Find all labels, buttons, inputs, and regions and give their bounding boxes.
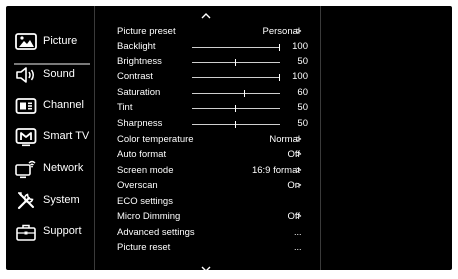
sidebar-item-label: Sound — [43, 68, 75, 80]
chevron-right-icon: > — [296, 180, 302, 191]
sidebar-item-picture[interactable]: Picture — [6, 27, 94, 65]
support-icon — [14, 220, 38, 244]
setting-row-auto-format[interactable]: Auto format Off > — [94, 147, 320, 162]
speaker-icon — [14, 63, 38, 87]
setting-number: 100 — [292, 71, 308, 82]
chevron-right-icon: > — [296, 26, 302, 37]
sidebar-item-sound[interactable]: Sound — [6, 60, 94, 90]
sidebar-item-label: Channel — [43, 99, 84, 111]
chevron-right-icon: > — [296, 149, 302, 160]
more-indicator: ... — [294, 242, 302, 252]
setting-label: Screen mode — [117, 165, 174, 176]
tv-screen: Picture Sound Channel Smart TV Network S… — [6, 6, 452, 272]
setting-number: 50 — [297, 118, 308, 129]
sidebar-item-system[interactable]: System — [6, 186, 94, 216]
setting-row-contrast[interactable]: Contrast 100 — [94, 69, 320, 84]
sidebar-item-label: Smart TV — [43, 130, 90, 142]
backlight-slider[interactable] — [192, 44, 280, 51]
setting-label: Contrast — [117, 71, 153, 82]
setting-label: Tint — [117, 102, 133, 113]
setting-row-picture-preset[interactable]: Picture preset Personal > — [94, 24, 320, 39]
sidebar-item-label: System — [43, 194, 80, 206]
sidebar-item-network[interactable]: Network — [6, 154, 94, 184]
smart-tv-icon — [14, 125, 38, 149]
chevron-down-icon[interactable] — [199, 261, 213, 272]
setting-row-color-temperature[interactable]: Color temperature Normal > — [94, 132, 320, 147]
setting-label: Overscan — [117, 180, 158, 191]
setting-label: Auto format — [117, 149, 167, 160]
setting-row-backlight[interactable]: Backlight 100 — [94, 39, 320, 54]
chevron-right-icon: > — [296, 165, 302, 176]
setting-label: Picture preset — [117, 26, 176, 37]
slider-knob[interactable] — [235, 105, 236, 112]
setting-row-saturation[interactable]: Saturation 60 — [94, 85, 320, 100]
setting-value: 16:9 format — [251, 165, 300, 176]
tint-slider[interactable] — [192, 105, 280, 112]
sharpness-slider[interactable] — [192, 121, 280, 128]
setting-row-micro-dimming[interactable]: Micro Dimming Off > — [94, 209, 320, 224]
setting-row-brightness[interactable]: Brightness 50 — [94, 54, 320, 69]
setting-label: Micro Dimming — [117, 211, 181, 222]
tools-icon — [14, 189, 38, 213]
brightness-slider[interactable] — [192, 59, 280, 66]
picture-settings-list: Picture preset Personal > Backlight 100 … — [94, 6, 320, 272]
setting-label: Saturation — [117, 87, 161, 98]
slider-knob[interactable] — [235, 59, 236, 66]
chevron-right-icon: > — [296, 134, 302, 145]
setting-label: Advanced settings — [117, 227, 195, 238]
sidebar-item-channel[interactable]: Channel — [6, 91, 94, 121]
sidebar-item-label: Picture — [43, 35, 78, 47]
slider-knob[interactable] — [279, 74, 280, 81]
slider-knob[interactable] — [235, 121, 236, 128]
setting-row-eco-settings[interactable]: ECO settings — [94, 194, 320, 209]
setting-number: 50 — [297, 102, 308, 113]
sidebar-item-label: Network — [43, 162, 84, 174]
sidebar-item-label: Support — [43, 225, 82, 237]
setting-row-sharpness[interactable]: Sharpness 50 — [94, 116, 320, 131]
main-menu: Picture Sound Channel Smart TV Network S… — [6, 6, 94, 270]
sidebar-item-support[interactable]: Support — [6, 217, 94, 247]
setting-label: Sharpness — [117, 118, 163, 129]
setting-row-advanced-settings[interactable]: Advanced settings ... — [94, 225, 320, 240]
setting-label: Picture reset — [117, 242, 171, 253]
setting-label: Color temperature — [117, 134, 194, 145]
more-indicator: ... — [294, 227, 302, 237]
channel-icon — [14, 94, 38, 118]
setting-number: 100 — [292, 41, 308, 52]
setting-row-screen-mode[interactable]: Screen mode 16:9 format > — [94, 163, 320, 178]
setting-label: ECO settings — [117, 196, 173, 207]
sidebar-item-smart-tv[interactable]: Smart TV — [6, 122, 94, 152]
setting-number: 60 — [297, 87, 308, 98]
saturation-slider[interactable] — [192, 90, 280, 97]
setting-value: Personal — [262, 26, 301, 37]
slider-knob[interactable] — [243, 90, 245, 97]
chevron-right-icon: > — [296, 211, 302, 222]
preview-area — [321, 6, 452, 270]
setting-row-overscan[interactable]: Overscan On > — [94, 178, 320, 193]
setting-number: 50 — [297, 56, 308, 67]
slider-knob[interactable] — [279, 44, 280, 51]
network-icon — [14, 157, 38, 181]
chevron-up-icon[interactable] — [199, 8, 213, 19]
setting-row-picture-reset[interactable]: Picture reset ... — [94, 240, 320, 255]
setting-label: Brightness — [117, 56, 162, 67]
setting-row-tint[interactable]: Tint 50 — [94, 100, 320, 115]
contrast-slider[interactable] — [192, 74, 280, 81]
picture-icon — [14, 30, 38, 54]
setting-label: Backlight — [117, 41, 156, 52]
